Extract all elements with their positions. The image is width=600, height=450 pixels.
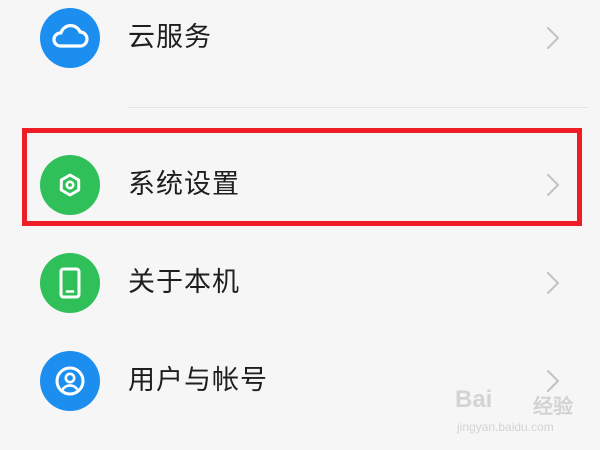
user-account-icon <box>40 351 100 411</box>
settings-item-about-phone[interactable]: 关于本机 <box>0 235 600 331</box>
settings-item-label: 关于本机 <box>128 267 240 298</box>
settings-item-label: 用户与帐号 <box>128 365 268 396</box>
chevron-right-icon <box>546 271 560 295</box>
watermark-cn: 经验 <box>533 394 573 418</box>
highlight-box <box>22 128 582 226</box>
settings-item-cloud-service[interactable]: 云服务 <box>0 0 600 86</box>
baidu-jingyan-watermark: Bai 经验 jingyan.baidu.com <box>455 386 595 446</box>
chevron-right-icon <box>546 26 560 50</box>
cloud-icon <box>40 8 100 68</box>
divider <box>128 107 588 108</box>
watermark-sub: jingyan.baidu.com <box>457 420 554 434</box>
settings-list: 云服务 系统设置 关于本机 用户与帐号 Bai 经验 jingyan.baidu… <box>0 0 600 450</box>
settings-item-label: 云服务 <box>128 22 212 53</box>
phone-icon <box>40 253 100 313</box>
watermark-main: Bai <box>455 386 493 413</box>
